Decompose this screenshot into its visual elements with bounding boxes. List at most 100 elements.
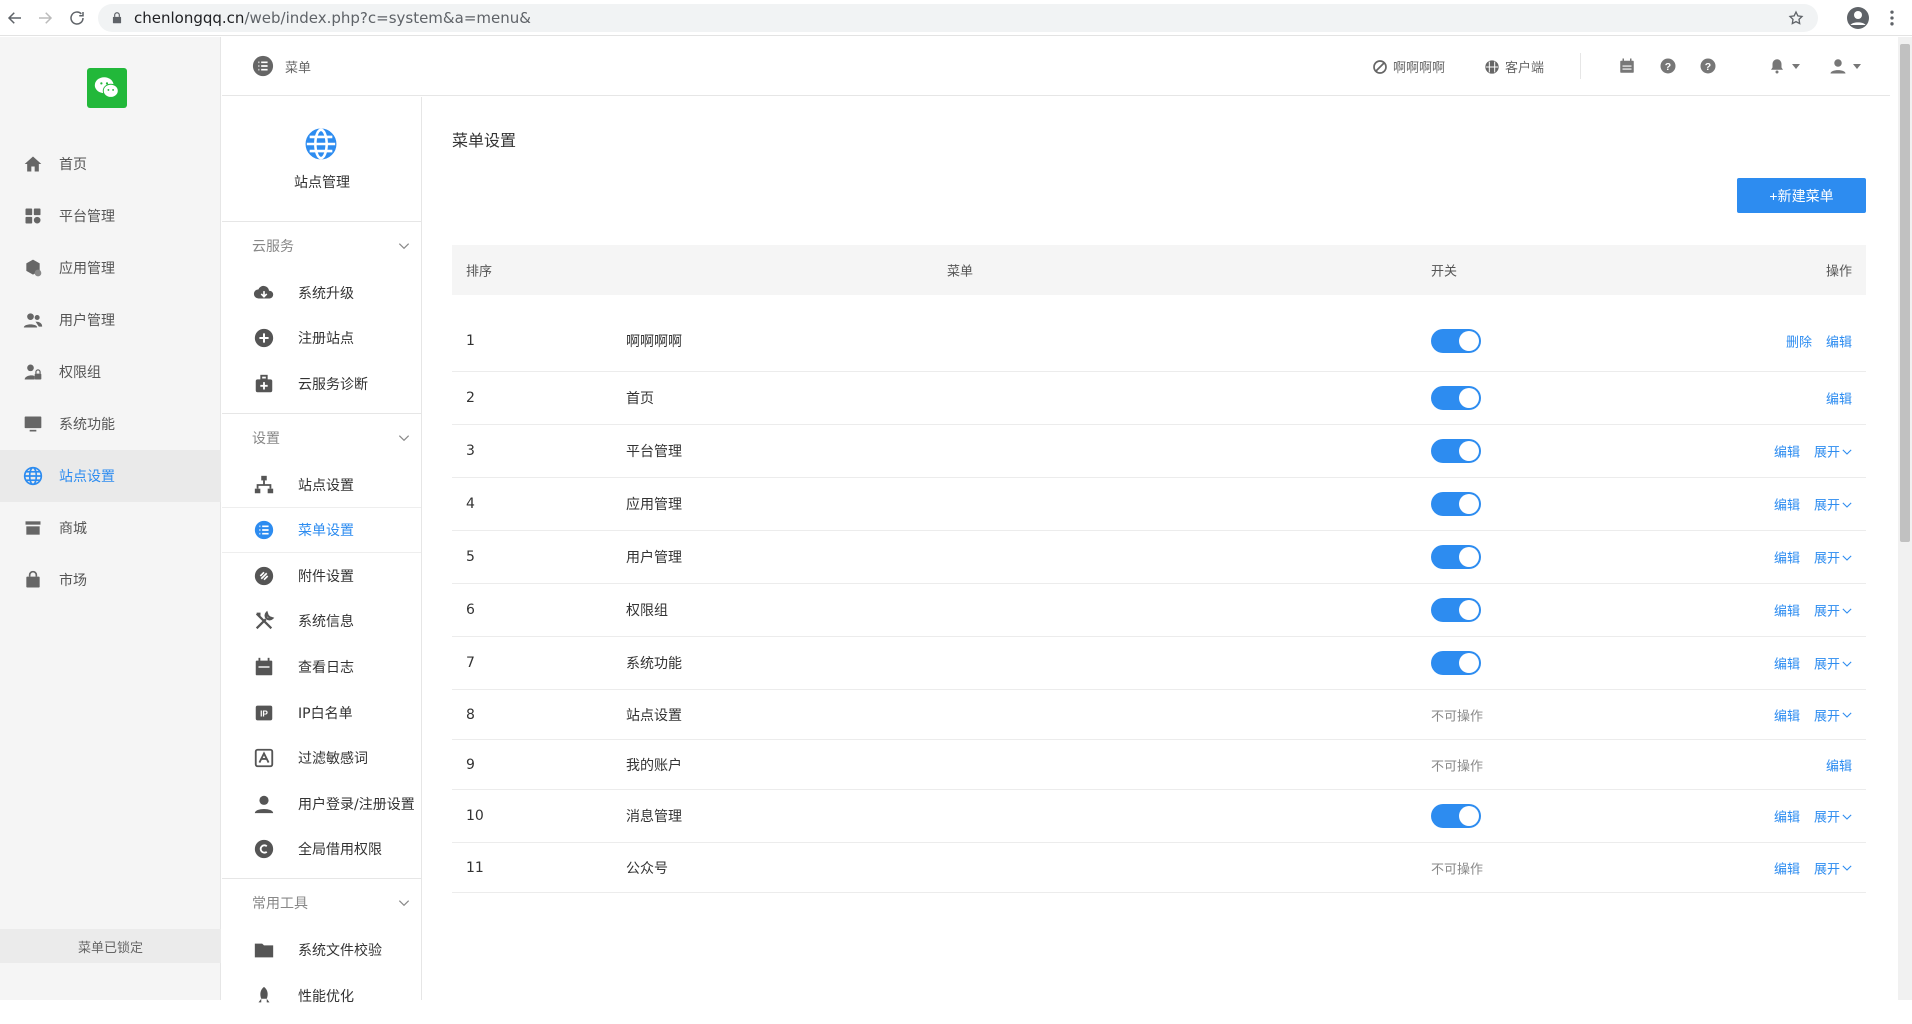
edit-link[interactable]: 编辑 (1826, 389, 1852, 408)
bookmark-star-icon[interactable] (1788, 10, 1804, 26)
top-link-label: 啊啊啊啊 (1393, 61, 1446, 76)
toggle-switch[interactable] (1431, 492, 1481, 516)
sidebar-item-site-settings[interactable]: 站点设置 (0, 450, 221, 502)
expand-link-label: 展开 (1813, 498, 1840, 514)
edit-link[interactable]: 编辑 (1774, 601, 1800, 620)
group-header-tools[interactable]: 常用工具 (222, 879, 421, 927)
expand-link[interactable]: 展开 (1814, 601, 1852, 620)
edit-link[interactable]: 编辑 (1774, 705, 1800, 724)
switch-track[interactable] (1431, 545, 1481, 569)
group-header-cloud[interactable]: 云服务 (222, 222, 421, 270)
chevron-down-icon (398, 435, 410, 441)
sub-item-upgrade[interactable]: 系统升级 (222, 270, 421, 316)
edit-link[interactable]: 编辑 (1774, 807, 1800, 826)
expand-link[interactable]: 展开 (1814, 858, 1852, 877)
edit-link[interactable]: 编辑 (1774, 495, 1800, 514)
calendar-icon[interactable] (1618, 55, 1640, 77)
sidebar-item-users[interactable]: 用户管理 (0, 294, 221, 346)
toggle-switch[interactable] (1431, 651, 1481, 675)
expand-link[interactable]: 展开 (1814, 654, 1852, 673)
edit-link[interactable]: 编辑 (1774, 548, 1800, 567)
switch-track[interactable] (1431, 804, 1481, 828)
wechat-logo[interactable] (87, 68, 127, 108)
sub-item-diagnose[interactable]: 云服务诊断 (222, 361, 421, 407)
sidebar-item-home[interactable]: 首页 (0, 138, 221, 190)
top-header: 菜单 啊啊啊啊 客户端 ? ? (222, 37, 1890, 96)
switch-track[interactable] (1431, 439, 1481, 463)
user-menu-icon[interactable] (1829, 55, 1863, 77)
sub-item-login-register[interactable]: 用户登录/注册设置 (222, 781, 421, 827)
sidebar-item-store[interactable]: 商城 (0, 502, 221, 554)
expand-link[interactable]: 展开 (1814, 807, 1852, 826)
switch-track[interactable] (1431, 328, 1481, 353)
sidebar-item-apps[interactable]: 应用管理 (0, 242, 221, 294)
sidebar-item-label: 权限组 (59, 365, 101, 381)
edit-link[interactable]: 编辑 (1774, 442, 1800, 461)
sub-item-menu-settings[interactable]: 菜单设置 (222, 507, 421, 553)
top-link-account[interactable]: 啊啊啊啊 (1372, 57, 1445, 76)
expand-link-label: 展开 (1813, 551, 1840, 567)
sub-item-system-info[interactable]: 系统信息 (222, 599, 421, 645)
sidebar-item-platform[interactable]: 平台管理 (0, 190, 221, 242)
address-bar[interactable]: chenlongqq.cn/web/index.php?c=system&a=m… (98, 4, 1818, 32)
sidebar-item-system[interactable]: 系统功能 (0, 398, 221, 450)
notification-bell-icon[interactable] (1768, 55, 1802, 77)
switch-knob (1459, 600, 1479, 620)
sub-item-logs[interactable]: 查看日志 (222, 644, 421, 690)
sub-item-file-check[interactable]: 系统文件校验 (222, 927, 421, 973)
switch-track[interactable] (1431, 598, 1481, 622)
edit-link[interactable]: 编辑 (1826, 331, 1852, 350)
row-order: 8 (466, 706, 475, 723)
new-menu-button[interactable]: +新建菜单 (1737, 178, 1866, 213)
toggle-switch[interactable] (1431, 598, 1481, 622)
row-order: 3 (466, 443, 475, 459)
row-order: 9 (466, 756, 475, 773)
group-header-settings[interactable]: 设置 (222, 414, 421, 462)
sub-item-attachment[interactable]: 附件设置 (222, 553, 421, 599)
top-link-client[interactable]: 客户端 (1484, 57, 1544, 76)
delete-link[interactable]: 删除 (1786, 331, 1812, 350)
browser-menu-icon[interactable] (1882, 8, 1902, 28)
sidebar-item-label: 用户管理 (59, 313, 115, 329)
edit-link[interactable]: 编辑 (1774, 858, 1800, 877)
expand-link[interactable]: 展开 (1814, 548, 1852, 567)
help-icon[interactable]: ? (1659, 55, 1681, 77)
chevron-down-icon (1842, 554, 1852, 561)
sub-item-register[interactable]: 注册站点 (222, 316, 421, 362)
toggle-switch[interactable] (1431, 545, 1481, 569)
top-link-label: 客户端 (1505, 61, 1545, 76)
row-order: 1 (466, 332, 475, 349)
switch-track[interactable] (1431, 651, 1481, 675)
scrollbar-thumb[interactable] (1900, 44, 1910, 542)
edit-link[interactable]: 编辑 (1826, 755, 1852, 774)
toggle-switch[interactable] (1431, 804, 1481, 828)
toggle-switch[interactable] (1431, 439, 1481, 463)
toggle-switch[interactable] (1431, 386, 1481, 410)
sidebar-item-market[interactable]: 市场 (0, 554, 221, 606)
table-row: 2 首页 编辑 (452, 372, 1866, 425)
switch-track[interactable] (1431, 492, 1481, 516)
reload-icon[interactable] (62, 3, 92, 33)
sub-item-global-borrow[interactable]: 全局借用权限 (222, 827, 421, 873)
row-order: 10 (466, 808, 484, 824)
ban-icon (1373, 59, 1387, 74)
switch-track[interactable] (1431, 386, 1481, 410)
group-label: 常用工具 (252, 896, 308, 913)
edit-link[interactable]: 编辑 (1774, 654, 1800, 673)
sub-item-ip-whitelist[interactable]: IP IP白名单 (222, 690, 421, 736)
profile-icon[interactable] (1846, 6, 1870, 30)
sub-item-sensitive-words[interactable]: 过滤敏感词 (222, 735, 421, 781)
table-row: 4 应用管理 编辑 展开 (452, 478, 1866, 531)
expand-link[interactable]: 展开 (1814, 442, 1852, 461)
expand-link[interactable]: 展开 (1814, 495, 1852, 514)
sidebar-item-permissions[interactable]: 权限组 (0, 346, 221, 398)
edit-link-label: 编辑 (1825, 759, 1852, 774)
forward-icon[interactable] (30, 3, 60, 33)
sub-item-site-settings[interactable]: 站点设置 (222, 462, 421, 508)
back-icon[interactable] (0, 3, 30, 33)
toggle-switch[interactable] (1431, 328, 1481, 353)
expand-link[interactable]: 展开 (1814, 705, 1852, 724)
sub-item-performance[interactable]: 性能优化 (222, 973, 421, 1019)
question-icon[interactable]: ? (1699, 55, 1721, 77)
menu-lock-button[interactable]: 菜单已锁定 (0, 929, 221, 963)
